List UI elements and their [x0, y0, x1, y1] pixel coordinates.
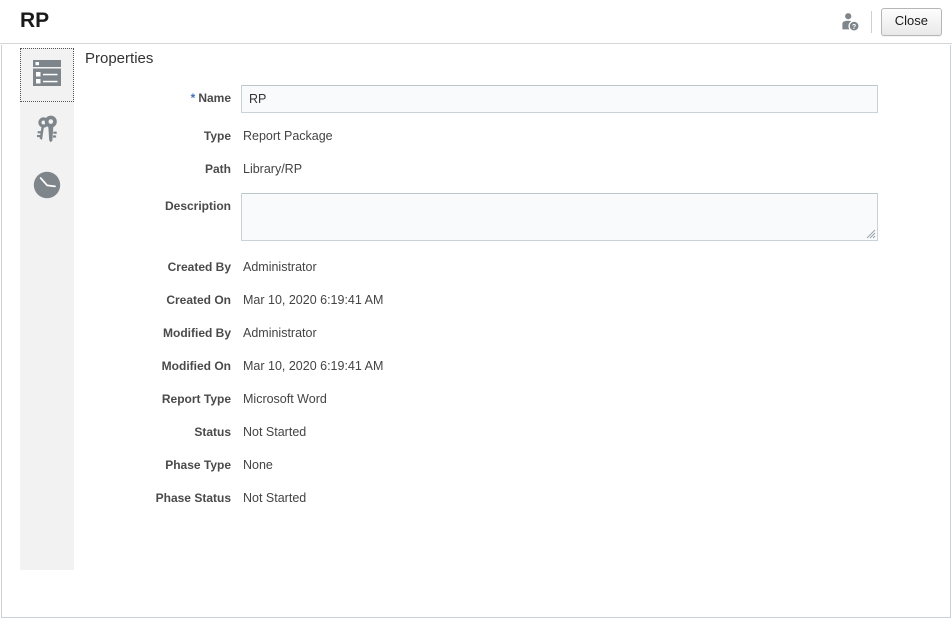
- value-path: Library/RP: [243, 162, 303, 176]
- label-created-by: Created By: [167, 260, 231, 274]
- close-button[interactable]: Close: [880, 8, 942, 36]
- header-divider: [870, 11, 872, 33]
- form-row-created-by: Created By Administrator: [85, 254, 911, 282]
- label-modified-on: Modified On: [161, 359, 231, 373]
- description-textarea[interactable]: [241, 193, 878, 241]
- value-report-type: Microsoft Word: [243, 392, 327, 406]
- label-report-type: Report Type: [161, 392, 231, 406]
- label-path: Path: [204, 162, 231, 176]
- label-modified-by: Modified By: [163, 326, 231, 340]
- user-help-icon[interactable]: ?: [835, 7, 865, 37]
- label-description: Description: [164, 199, 231, 213]
- page-title: RP: [20, 9, 50, 32]
- value-modified-on: Mar 10, 2020 6:19:41 AM: [243, 359, 384, 373]
- value-modified-by: Administrator: [243, 326, 317, 340]
- sidebar-item-access[interactable]: [20, 104, 74, 158]
- value-type: Report Package: [243, 129, 333, 143]
- sidebar-rail: [20, 48, 74, 570]
- value-status: Not Started: [243, 425, 307, 439]
- form-row-report-type: Report Type Microsoft Word: [85, 386, 911, 414]
- user-help-icon-glyph: ?: [842, 13, 860, 32]
- label-phase-status: Phase Status: [155, 491, 231, 505]
- header-actions: ? Close: [835, 0, 942, 44]
- clock-icon: [32, 170, 62, 205]
- app-header: RP ? Close: [0, 0, 952, 44]
- label-name: * Name: [190, 91, 231, 105]
- form-row-created-on: Created On Mar 10, 2020 6:19:41 AM: [85, 287, 911, 315]
- value-phase-status: Not Started: [243, 491, 307, 505]
- section-title: Properties: [85, 50, 154, 67]
- properties-panel: Properties *Name Type Report Package Pat…: [85, 50, 925, 518]
- name-input[interactable]: [241, 85, 878, 113]
- required-asterisk: *: [190, 91, 196, 105]
- properties-form: *Name Type Report Package Path Library/R…: [85, 85, 911, 513]
- value-phase-type: None: [243, 458, 273, 472]
- form-row-path: Path Library/RP: [85, 156, 911, 184]
- value-created-on: Mar 10, 2020 6:19:41 AM: [243, 293, 384, 307]
- label-status: Status: [194, 425, 231, 439]
- label-phase-type: Phase Type: [165, 458, 231, 472]
- form-row-status: Status Not Started: [85, 419, 911, 447]
- form-row-modified-on: Modified On Mar 10, 2020 6:19:41 AM: [85, 353, 911, 381]
- form-row-modified-by: Modified By Administrator: [85, 320, 911, 348]
- keys-icon: [31, 113, 63, 150]
- form-row-phase-type: Phase Type None: [85, 452, 911, 480]
- form-row-name: * Name: [85, 85, 911, 113]
- properties-list-icon: [32, 59, 62, 92]
- form-row-type: Type Report Package: [85, 123, 911, 151]
- svg-text:?: ?: [852, 22, 856, 31]
- form-row-phase-status: Phase Status Not Started: [85, 485, 911, 513]
- description-wrap: [241, 193, 878, 241]
- value-created-by: Administrator: [243, 260, 317, 274]
- label-type: Type: [203, 129, 231, 143]
- sidebar-item-history[interactable]: [20, 160, 74, 214]
- label-created-on: Created On: [166, 293, 231, 307]
- sidebar-item-properties[interactable]: [20, 48, 74, 102]
- form-row-description: Description: [85, 193, 911, 241]
